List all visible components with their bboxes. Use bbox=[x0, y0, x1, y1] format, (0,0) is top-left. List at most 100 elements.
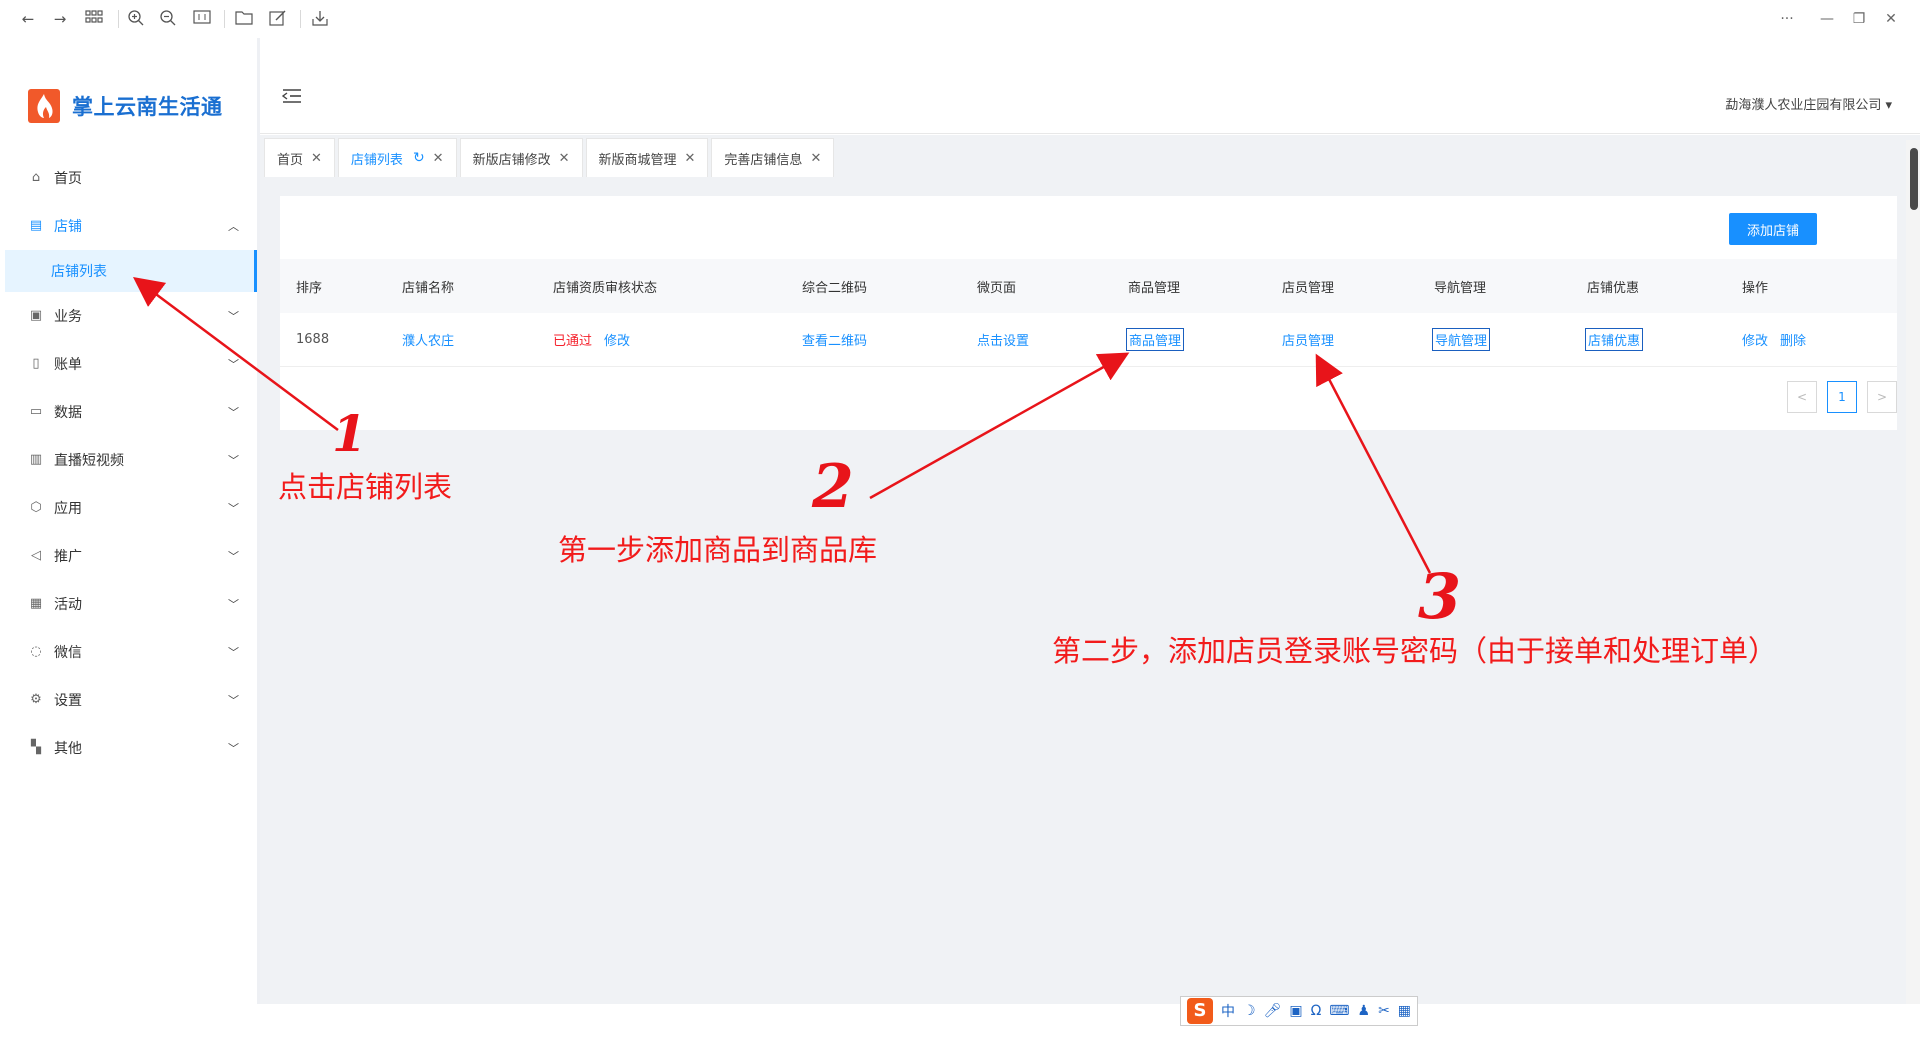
sidebar-item-promote[interactable]: ◁ 推广 ﹀ bbox=[0, 532, 257, 580]
omega-symbol-icon[interactable]: Ω bbox=[1311, 1003, 1322, 1019]
caret-down-icon: ▾ bbox=[1881, 98, 1892, 113]
shop-icon: ▤ bbox=[29, 218, 43, 233]
sidebar-subitem-label: 店铺列表 bbox=[51, 264, 107, 280]
sidebar-item-bill[interactable]: ▯ 账单 ﹀ bbox=[0, 340, 257, 388]
chevron-down-icon: ﹀ bbox=[228, 694, 239, 707]
col-header: 店铺名称 bbox=[402, 280, 455, 296]
zoom-out-icon[interactable] bbox=[158, 9, 178, 29]
tab-shop-list[interactable]: 店铺列表 ↻ ✕ bbox=[337, 138, 457, 177]
scissors-icon[interactable]: ✂ bbox=[1378, 1003, 1390, 1019]
close-window-icon[interactable]: ✕ bbox=[1880, 8, 1902, 30]
col-header: 综合二维码 bbox=[802, 280, 868, 296]
sidebar-item-label: 其他 bbox=[54, 741, 82, 757]
table-header: 排序 店铺名称 店铺资质审核状态 综合二维码 微页面 商品管理 店员管理 导航管… bbox=[280, 259, 1897, 313]
sidebar-subitem-shop-list[interactable]: 店铺列表 bbox=[5, 250, 257, 292]
more-menu-icon[interactable]: ··· bbox=[1776, 8, 1798, 30]
sidebar-item-label: 业务 bbox=[54, 309, 82, 325]
back-arrow-icon[interactable]: ← bbox=[18, 9, 38, 29]
app-title: 掌上云南生活通 bbox=[72, 95, 223, 119]
micro-page-setup-link[interactable]: 点击设置 bbox=[977, 330, 1029, 349]
grid-apps-icon[interactable] bbox=[84, 9, 104, 29]
page-scrollbar-thumb[interactable] bbox=[1910, 148, 1918, 210]
shop-discount-link[interactable]: 店铺优惠 bbox=[1584, 328, 1644, 351]
close-icon[interactable]: ✕ bbox=[685, 151, 696, 166]
chevron-down-icon: ﹀ bbox=[228, 454, 239, 467]
user-icon[interactable]: ♟ bbox=[1358, 1003, 1371, 1019]
close-icon[interactable]: ✕ bbox=[311, 151, 322, 166]
edit-link[interactable]: 修改 bbox=[1742, 330, 1768, 349]
refresh-icon[interactable]: ↻ bbox=[413, 150, 425, 166]
sidebar-item-home[interactable]: ⌂ 首页 bbox=[0, 154, 257, 202]
sidebar-item-business[interactable]: ▣ 业务 ﹀ bbox=[0, 292, 257, 340]
tab-label: 首页 bbox=[277, 152, 304, 168]
grid-icon[interactable]: ▦ bbox=[1398, 1003, 1411, 1019]
cell-sort: 1688 bbox=[296, 332, 330, 347]
tab-complete-shop-info[interactable]: 完善店铺信息 ✕ bbox=[711, 138, 835, 177]
minimize-icon[interactable]: — bbox=[1816, 8, 1838, 30]
close-icon[interactable]: ✕ bbox=[559, 151, 570, 166]
view-qrcode-link[interactable]: 查看二维码 bbox=[802, 330, 867, 349]
sidebar-item-activity[interactable]: ▦ 活动 ﹀ bbox=[0, 580, 257, 628]
tab-home[interactable]: 首页 ✕ bbox=[264, 138, 335, 177]
folder-icon[interactable] bbox=[234, 9, 254, 29]
goods-manage-link[interactable]: 商品管理 bbox=[1125, 328, 1185, 351]
staff-manage-link[interactable]: 店员管理 bbox=[1282, 330, 1334, 349]
activity-icon: ▦ bbox=[29, 596, 43, 611]
keyboard-icon[interactable]: ⌨ bbox=[1329, 1003, 1349, 1019]
zoom-in-icon[interactable] bbox=[126, 9, 146, 29]
nav-manage-link[interactable]: 导航管理 bbox=[1431, 328, 1491, 351]
sidebar-item-live-video[interactable]: ▥ 直播短视频 ﹀ bbox=[0, 436, 257, 484]
close-icon[interactable]: ✕ bbox=[810, 151, 821, 166]
sidebar-item-data[interactable]: ▭ 数据 ﹀ bbox=[0, 388, 257, 436]
add-shop-button[interactable]: 添加店铺 bbox=[1729, 213, 1817, 245]
col-header: 商品管理 bbox=[1128, 280, 1181, 296]
menu-collapse-icon[interactable] bbox=[281, 88, 304, 108]
sidebar-item-wechat[interactable]: ◌ 微信 ﹀ bbox=[0, 628, 257, 676]
home-icon: ⌂ bbox=[31, 170, 41, 185]
sogou-logo-icon[interactable]: S bbox=[1187, 998, 1213, 1024]
download-icon[interactable] bbox=[310, 9, 330, 29]
tab-label: 新版店铺修改 bbox=[472, 152, 551, 168]
shop-table: 排序 店铺名称 店铺资质审核状态 综合二维码 微页面 商品管理 店员管理 导航管… bbox=[280, 259, 1897, 367]
sidebar-item-label: 首页 bbox=[54, 171, 82, 187]
sidebar-item-shop[interactable]: ▤ 店铺 ︿ bbox=[0, 202, 257, 250]
delete-link[interactable]: 删除 bbox=[1780, 330, 1806, 349]
sidebar-item-other[interactable]: ▚ 其他 ﹀ bbox=[0, 724, 257, 772]
close-icon[interactable]: ✕ bbox=[433, 151, 444, 166]
restore-icon[interactable]: ❐ bbox=[1848, 8, 1870, 30]
moon-icon[interactable]: ☽ bbox=[1243, 1003, 1256, 1019]
chevron-up-icon: ︿ bbox=[228, 220, 239, 233]
browser-toolbar: ← → ··· — ❐ ✕ bbox=[0, 0, 1920, 38]
chevron-down-icon: ﹀ bbox=[228, 406, 239, 419]
microphone-icon[interactable]: 🎤︎ bbox=[1264, 1003, 1282, 1019]
other-icon: ▚ bbox=[31, 740, 41, 755]
sidebar: 掌上云南生活通 ⌂ 首页 ▤ 店铺 ︿ 店铺列表 ▣ 业务 ﹀ ▯ 账单 ﹀ ▭… bbox=[0, 38, 260, 1004]
chevron-down-icon: ﹀ bbox=[228, 742, 239, 755]
logo-flame-icon bbox=[28, 89, 60, 123]
company-dropdown[interactable]: 勐海濮人农业庄园有限公司 ▾ bbox=[1725, 94, 1892, 113]
status-edit-link[interactable]: 修改 bbox=[604, 330, 630, 349]
shop-name-link[interactable]: 濮人农庄 bbox=[402, 330, 454, 349]
status-badge: 已通过 bbox=[553, 334, 593, 349]
edit-icon[interactable] bbox=[268, 9, 288, 29]
fit-page-icon[interactable] bbox=[192, 9, 212, 29]
app-logo[interactable]: 掌上云南生活通 bbox=[28, 88, 223, 124]
forward-arrow-icon[interactable]: → bbox=[50, 9, 70, 29]
settings-icon: ⚙ bbox=[30, 692, 42, 707]
tab-new-mall-manage[interactable]: 新版商城管理 ✕ bbox=[585, 138, 709, 177]
chevron-down-icon: ﹀ bbox=[228, 550, 239, 563]
tab-label: 新版商城管理 bbox=[598, 152, 677, 168]
tab-new-shop-edit[interactable]: 新版店铺修改 ✕ bbox=[459, 138, 583, 177]
prev-page-button[interactable]: < bbox=[1787, 381, 1817, 413]
page-number-current[interactable]: 1 bbox=[1827, 381, 1857, 413]
sidebar-item-label: 设置 bbox=[54, 693, 82, 709]
chat-icon[interactable]: ▣ bbox=[1289, 1003, 1302, 1019]
page-scrollbar-track[interactable] bbox=[1906, 140, 1920, 1004]
sidebar-item-label: 账单 bbox=[54, 357, 82, 373]
chevron-down-icon: ﹀ bbox=[228, 598, 239, 611]
next-page-button[interactable]: > bbox=[1867, 381, 1897, 413]
ime-mode-toggle[interactable]: 中 bbox=[1221, 1001, 1235, 1021]
sidebar-item-settings[interactable]: ⚙ 设置 ﹀ bbox=[0, 676, 257, 724]
sidebar-item-app[interactable]: ⬡ 应用 ﹀ bbox=[0, 484, 257, 532]
col-header: 操作 bbox=[1742, 280, 1769, 296]
